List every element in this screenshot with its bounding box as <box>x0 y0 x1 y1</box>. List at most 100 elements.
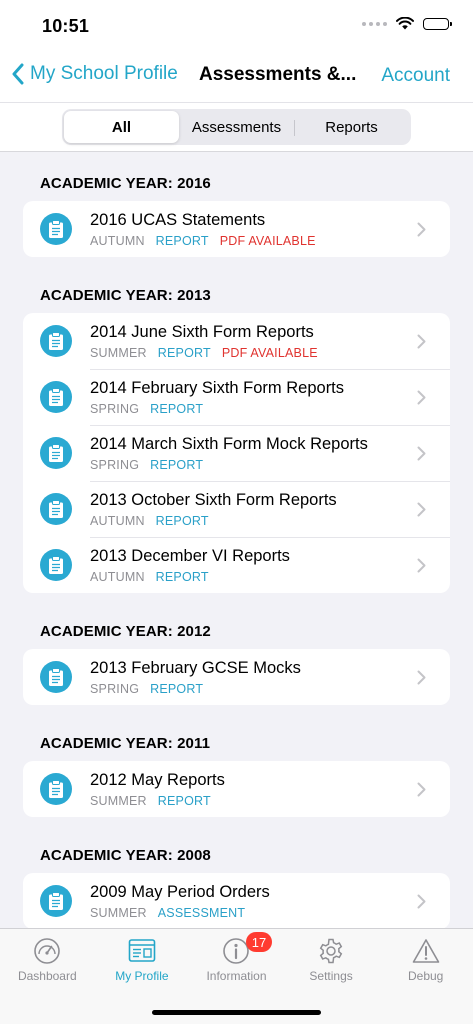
item-season: AUTUMN <box>90 234 145 248</box>
list-item[interactable]: 2009 May Period Orders SUMMER ASSESSMENT <box>23 873 450 928</box>
item-season: AUTUMN <box>90 514 145 528</box>
item-type: REPORT <box>157 346 211 360</box>
item-meta: SUMMER REPORT PDF AVAILABLE <box>90 346 318 360</box>
navigation-bar: My School Profile Assessments &... Accou… <box>0 50 473 102</box>
segment-all[interactable]: All <box>64 111 179 143</box>
item-meta: AUTUMN REPORT PDF AVAILABLE <box>90 234 316 248</box>
item-title: 2013 October Sixth Form Reports <box>90 491 337 509</box>
item-season: SUMMER <box>90 906 147 920</box>
list-item[interactable]: 2014 March Sixth Form Mock Reports SPRIN… <box>23 425 450 481</box>
clipboard-icon <box>40 213 72 245</box>
item-title: 2014 March Sixth Form Mock Reports <box>90 435 368 453</box>
battery-icon <box>423 17 452 30</box>
item-type: REPORT <box>155 514 209 528</box>
item-type: REPORT <box>155 234 209 248</box>
status-bar: 10:51 <box>0 0 473 50</box>
item-season: SPRING <box>90 458 140 472</box>
profile-icon <box>127 936 157 966</box>
warning-icon <box>411 936 441 966</box>
item-season: SUMMER <box>90 346 147 360</box>
segmented-control-bar: All Assessments Reports <box>0 102 473 152</box>
item-meta: AUTUMN REPORT <box>90 570 209 584</box>
clipboard-icon <box>40 381 72 413</box>
item-meta: SUMMER REPORT <box>90 794 211 808</box>
list-item[interactable]: 2014 February Sixth Form Reports SPRING … <box>23 369 450 425</box>
list-item[interactable]: 2013 December VI Reports AUTUMN REPORT <box>23 537 450 593</box>
tab-label: Settings <box>309 969 353 983</box>
clipboard-icon <box>40 493 72 525</box>
clipboard-icon <box>40 325 72 357</box>
item-title: 2013 December VI Reports <box>90 547 290 565</box>
section-card: 2014 June Sixth Form Reports SUMMER REPO… <box>23 313 450 593</box>
clipboard-icon <box>40 885 72 917</box>
tab-dashboard[interactable]: Dashboard <box>0 929 95 1024</box>
page-title: Assessments &... <box>199 64 357 85</box>
section-card: 2016 UCAS Statements AUTUMN REPORT PDF A… <box>23 201 450 257</box>
section-card: 2009 May Period Orders SUMMER ASSESSMENT <box>23 873 450 928</box>
item-title: 2016 UCAS Statements <box>90 211 266 229</box>
item-meta: AUTUMN REPORT <box>90 514 209 528</box>
list-item[interactable]: 2013 February GCSE Mocks SPRING REPORT <box>23 649 450 705</box>
gear-icon <box>316 936 346 966</box>
signal-icon <box>362 21 387 26</box>
chevron-right-icon <box>417 670 426 685</box>
item-meta: SUMMER ASSESSMENT <box>90 906 245 920</box>
status-icons <box>362 17 452 30</box>
notification-badge: 17 <box>246 932 272 952</box>
tab-label: Dashboard <box>17 969 77 983</box>
back-button[interactable]: My School Profile <box>12 63 178 85</box>
assessment-list[interactable]: ACADEMIC YEAR: 2016 2016 UCAS Statements… <box>0 152 473 928</box>
list-item[interactable]: 2016 UCAS Statements AUTUMN REPORT PDF A… <box>23 201 450 257</box>
item-type: REPORT <box>155 570 209 584</box>
section-header: ACADEMIC YEAR: 2012 <box>40 623 211 640</box>
item-title: 2014 February Sixth Form Reports <box>90 379 345 397</box>
item-season: AUTUMN <box>90 570 145 584</box>
tab-label: Debug <box>407 969 444 983</box>
item-season: SPRING <box>90 682 140 696</box>
section-card: 2013 February GCSE Mocks SPRING REPORT <box>23 649 450 705</box>
item-type: REPORT <box>150 682 204 696</box>
item-title: 2013 February GCSE Mocks <box>90 659 301 677</box>
home-indicator[interactable] <box>152 1010 321 1015</box>
tab-label: Information <box>206 969 267 983</box>
chevron-right-icon <box>417 334 426 349</box>
item-type: REPORT <box>150 402 204 416</box>
section-header: ACADEMIC YEAR: 2013 <box>40 287 211 304</box>
item-meta: SPRING REPORT <box>90 402 203 416</box>
clipboard-icon <box>40 549 72 581</box>
segmented-control: All Assessments Reports <box>62 109 411 145</box>
tab-label: My Profile <box>115 969 169 983</box>
chevron-right-icon <box>417 558 426 573</box>
chevron-right-icon <box>417 502 426 517</box>
chevron-right-icon <box>417 894 426 909</box>
item-title: 2009 May Period Orders <box>90 883 270 901</box>
pdf-available-label: PDF AVAILABLE <box>219 234 316 248</box>
section-card: 2012 May Reports SUMMER REPORT <box>23 761 450 817</box>
chevron-left-icon <box>12 63 24 85</box>
item-title: 2014 June Sixth Form Reports <box>90 323 314 341</box>
item-type: REPORT <box>157 794 211 808</box>
list-item[interactable]: 2012 May Reports SUMMER REPORT <box>23 761 450 817</box>
tab-debug[interactable]: Debug <box>378 929 473 1024</box>
chevron-right-icon <box>417 222 426 237</box>
item-meta: SPRING REPORT <box>90 682 203 696</box>
item-meta: SPRING REPORT <box>90 458 203 472</box>
clipboard-icon <box>40 661 72 693</box>
segment-assessments[interactable]: Assessments <box>179 111 294 143</box>
segment-reports[interactable]: Reports <box>294 111 409 143</box>
account-button[interactable]: Account <box>381 65 450 87</box>
back-button-label: My School Profile <box>30 63 178 84</box>
item-season: SPRING <box>90 402 140 416</box>
chevron-right-icon <box>417 782 426 797</box>
pdf-available-label: PDF AVAILABLE <box>221 346 318 360</box>
item-type: REPORT <box>150 458 204 472</box>
item-season: SUMMER <box>90 794 147 808</box>
wifi-icon <box>396 17 414 30</box>
dashboard-icon <box>32 936 62 966</box>
section-header: ACADEMIC YEAR: 2008 <box>40 847 211 864</box>
section-header: ACADEMIC YEAR: 2011 <box>40 735 211 752</box>
list-item[interactable]: 2014 June Sixth Form Reports SUMMER REPO… <box>23 313 450 369</box>
list-item[interactable]: 2013 October Sixth Form Reports AUTUMN R… <box>23 481 450 537</box>
clipboard-icon <box>40 437 72 469</box>
item-type: ASSESSMENT <box>157 906 246 920</box>
